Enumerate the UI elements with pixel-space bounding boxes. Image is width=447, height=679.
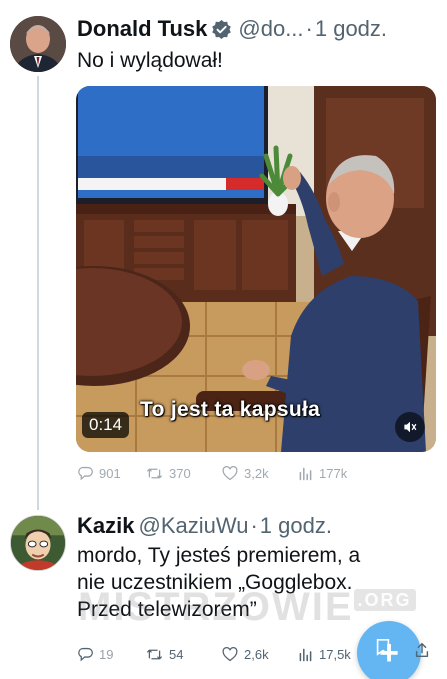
avatar-kazik[interactable]	[10, 515, 66, 571]
author-name[interactable]: Donald Tusk	[77, 16, 207, 42]
tweet1-header: Donald Tusk @do... · 1 godz.	[77, 16, 387, 42]
view-count: 17,5k	[319, 647, 351, 662]
reply-count: 19	[99, 647, 114, 662]
heart-icon	[222, 646, 238, 662]
video-player[interactable]: To jest ta kapsuła	[76, 86, 436, 452]
verified-badge-icon	[211, 19, 232, 40]
reply-button[interactable]: 19	[77, 646, 145, 663]
site-watermark: MISTRZOWIE .ORG	[78, 585, 416, 630]
heart-icon	[222, 465, 238, 481]
watermark-suffix: .ORG	[353, 588, 416, 611]
mute-icon[interactable]	[395, 412, 425, 442]
reply-count: 901	[99, 466, 121, 481]
separator-dot: ·	[250, 513, 258, 538]
reply-icon	[78, 647, 93, 662]
tweet-text-line: mordo, Ty jesteś premierem, a	[77, 544, 361, 567]
retweet-button[interactable]: 54	[145, 646, 221, 663]
bookmark-icon[interactable]	[374, 637, 392, 657]
retweet-count: 370	[169, 466, 191, 481]
tweet1-action-bar: 901 370 3,2k 177k	[77, 465, 377, 482]
reply-button[interactable]: 901	[77, 465, 145, 482]
share-icon[interactable]	[413, 640, 431, 660]
views-button[interactable]: 177k	[297, 465, 377, 482]
retweet-count: 54	[169, 647, 184, 662]
author-handle[interactable]: @do...	[238, 16, 303, 42]
tweet-text: No i wylądował!	[77, 49, 223, 72]
tweet-timestamp[interactable]: 1 godz.	[315, 16, 387, 42]
like-count: 3,2k	[244, 466, 269, 481]
retweet-icon	[147, 468, 162, 479]
like-button[interactable]: 2,6k	[221, 646, 297, 663]
tweet2-header: Kazik @KaziuWu · 1 godz.	[77, 513, 332, 539]
avatar-donald-tusk[interactable]	[10, 16, 66, 72]
tweet-timestamp[interactable]: 1 godz.	[260, 513, 332, 539]
retweet-icon	[147, 649, 162, 660]
like-button[interactable]: 3,2k	[221, 465, 297, 482]
retweet-button[interactable]: 370	[145, 465, 221, 482]
author-handle[interactable]: @KaziuWu	[138, 513, 248, 539]
watermark-text: MISTRZOWIE	[78, 585, 354, 629]
view-count: 177k	[319, 466, 348, 481]
separator-dot: ·	[305, 16, 313, 41]
views-chart-icon	[299, 648, 312, 662]
reply-icon	[78, 466, 93, 481]
views-chart-icon	[299, 467, 312, 481]
tweet2-action-bar: 19 54 2,6k 17,5k	[77, 646, 377, 663]
video-subtitle: To jest ta kapsuła	[140, 398, 321, 421]
like-count: 2,6k	[244, 647, 269, 662]
author-name[interactable]: Kazik	[77, 513, 134, 539]
video-duration: 0:14	[82, 412, 130, 438]
